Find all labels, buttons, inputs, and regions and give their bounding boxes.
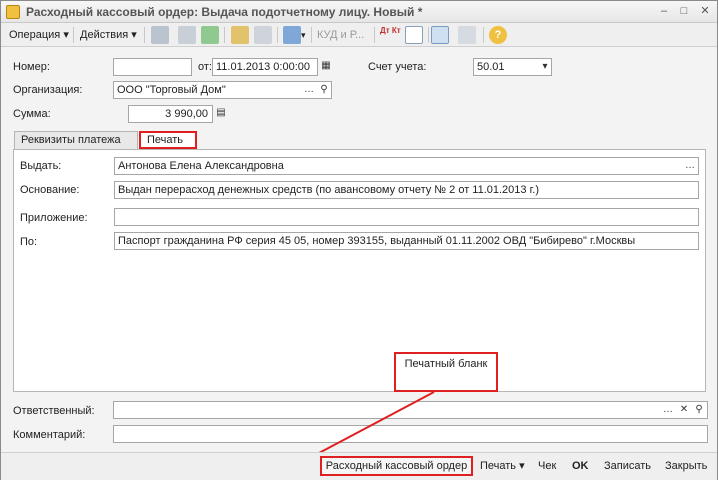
date-label: от: (198, 61, 212, 73)
organization-field[interactable]: ООО "Торговый Дом" … ⚲ (113, 81, 332, 99)
number-label: Номер: (13, 61, 50, 73)
account-select[interactable]: 50.01 ▾ (473, 58, 552, 76)
number-field[interactable] (113, 58, 192, 76)
appendix-field[interactable] (114, 208, 699, 226)
issue-label: Выдать: (20, 160, 62, 172)
toolbar-separator (483, 27, 484, 43)
documents-icon[interactable] (231, 26, 249, 44)
ellipsis-icon[interactable]: … (683, 159, 697, 173)
toolbar-separator (144, 27, 145, 43)
comment-label: Комментарий: (13, 429, 86, 441)
actions-menu[interactable]: Действия ▾ (80, 27, 137, 44)
go-to-icon[interactable] (283, 26, 301, 44)
ellipsis-icon[interactable]: … (661, 403, 675, 417)
help-icon[interactable]: ? (489, 26, 507, 44)
toolbar-separator (277, 27, 278, 43)
cash-order-print-button[interactable]: Расходный кассовый ордер (320, 456, 473, 476)
goto-dropdown-icon[interactable]: ▾ (301, 27, 306, 44)
toolbar-separator (311, 27, 312, 43)
tab-print[interactable]: Печать (139, 131, 197, 149)
dt-kt-button[interactable]: Дт Кт (380, 27, 401, 44)
ellipsis-icon[interactable]: … (302, 83, 316, 97)
calendar-icon[interactable]: ▦ (319, 59, 333, 73)
title-bar: Расходный кассовый ордер: Выдача подотче… (1, 1, 717, 23)
sum-field[interactable]: 3 990,00 (128, 105, 213, 123)
by-field[interactable]: Паспорт гражданина РФ серия 45 05, номер… (114, 232, 699, 250)
structure-icon[interactable] (431, 26, 449, 44)
responsible-label: Ответственный: (13, 405, 95, 417)
issue-field[interactable]: Антонова Елена Александровна … (114, 157, 699, 175)
account-value: 50.01 (477, 61, 505, 73)
date-field[interactable]: 11.01.2013 0:00:00 (212, 58, 318, 76)
basis-label: Основание: (20, 184, 80, 196)
toolbar-separator (374, 27, 375, 43)
check-button[interactable]: Чек (538, 456, 556, 476)
kudir-button[interactable]: КУД и Р... (317, 27, 364, 44)
appendix-label: Приложение: (20, 212, 88, 224)
toolbar-separator (73, 27, 74, 43)
organization-value: ООО "Торговый Дом" (117, 84, 226, 96)
operation-menu[interactable]: Операция ▾ (9, 27, 69, 44)
refresh-icon[interactable] (201, 26, 219, 44)
close-button[interactable]: Закрыть (665, 456, 707, 476)
post-icon[interactable] (151, 26, 169, 44)
by-label: По: (20, 236, 38, 248)
maximize-button[interactable]: □ (676, 4, 692, 20)
ok-button[interactable]: OK (572, 456, 589, 476)
tab-requisites[interactable]: Реквизиты платежа (14, 131, 138, 149)
columns-icon[interactable] (458, 26, 476, 44)
attach-icon[interactable] (254, 26, 272, 44)
annotation-callout: Печатный бланк (394, 352, 498, 392)
responsible-field[interactable]: … ✕ ⚲ (113, 401, 708, 419)
close-window-button[interactable]: ✕ (697, 4, 713, 20)
comment-field[interactable] (113, 425, 708, 443)
window-title: Расходный кассовый ордер: Выдача подотче… (26, 5, 423, 19)
report-icon[interactable] (405, 26, 423, 44)
calculator-icon[interactable]: ▤ (214, 106, 228, 120)
print-tab-panel: Выдать: Антонова Елена Александровна … О… (13, 149, 706, 392)
toolbar-separator (224, 27, 225, 43)
toolbar: Операция ▾ Действия ▾ ▾ КУД и Р... Дт Кт… (1, 23, 717, 47)
organization-label: Организация: (13, 84, 83, 96)
chevron-down-icon[interactable]: ▾ (538, 60, 551, 74)
sum-label: Сумма: (13, 108, 51, 120)
clear-icon[interactable]: ✕ (677, 403, 691, 417)
minimize-button[interactable]: – (656, 4, 672, 20)
save-button[interactable]: Записать (604, 456, 651, 476)
print-menu-button[interactable]: Печать ▾ (480, 456, 525, 476)
basis-field[interactable]: Выдан перерасход денежных средств (по ав… (114, 181, 699, 199)
search-icon[interactable]: ⚲ (692, 403, 706, 417)
toolbar-separator (428, 27, 429, 43)
account-label: Счет учета: (368, 61, 427, 73)
search-icon[interactable]: ⚲ (317, 83, 331, 97)
issue-value: Антонова Елена Александровна (118, 160, 284, 172)
copy-icon[interactable] (178, 26, 196, 44)
document-window: Расходный кассовый ордер: Выдача подотче… (0, 0, 718, 480)
document-icon (6, 5, 20, 19)
bottom-toolbar: Расходный кассовый ордер Печать ▾ Чек OK… (1, 452, 717, 480)
